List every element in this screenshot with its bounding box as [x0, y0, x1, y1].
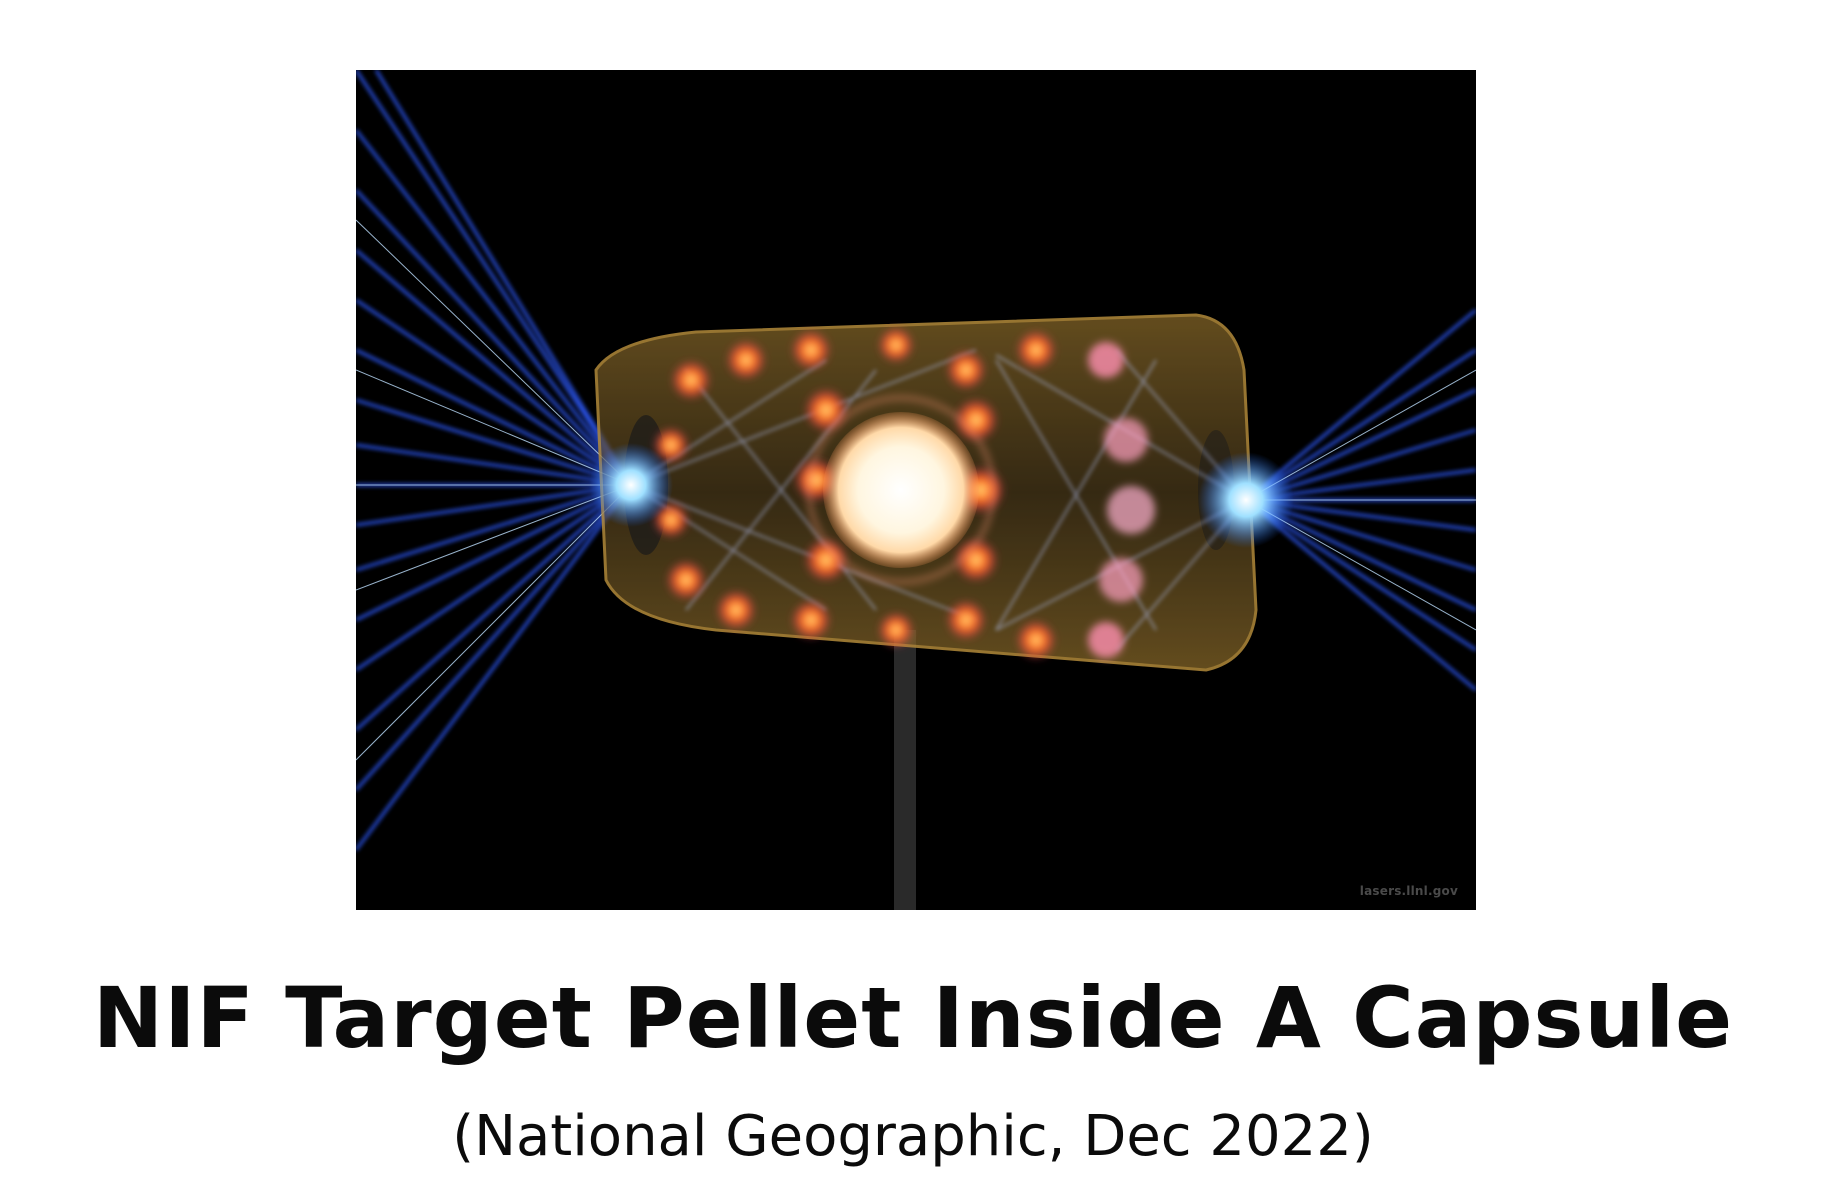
left-laser-beams: [356, 70, 633, 851]
nif-target-illustration: [356, 70, 1476, 910]
fuel-capsule: [823, 412, 979, 568]
photo-watermark: lasers.llnl.gov: [1359, 884, 1458, 898]
caption-source: (National Geographic, Dec 2022): [452, 1104, 1374, 1169]
right-focus-glow: [1198, 452, 1294, 548]
nif-target-image: lasers.llnl.gov: [356, 70, 1476, 910]
caption-title: NIF Target Pellet Inside A Capsule: [92, 969, 1734, 1067]
target-stalk: [894, 630, 916, 910]
left-focus-glow: [589, 443, 673, 527]
